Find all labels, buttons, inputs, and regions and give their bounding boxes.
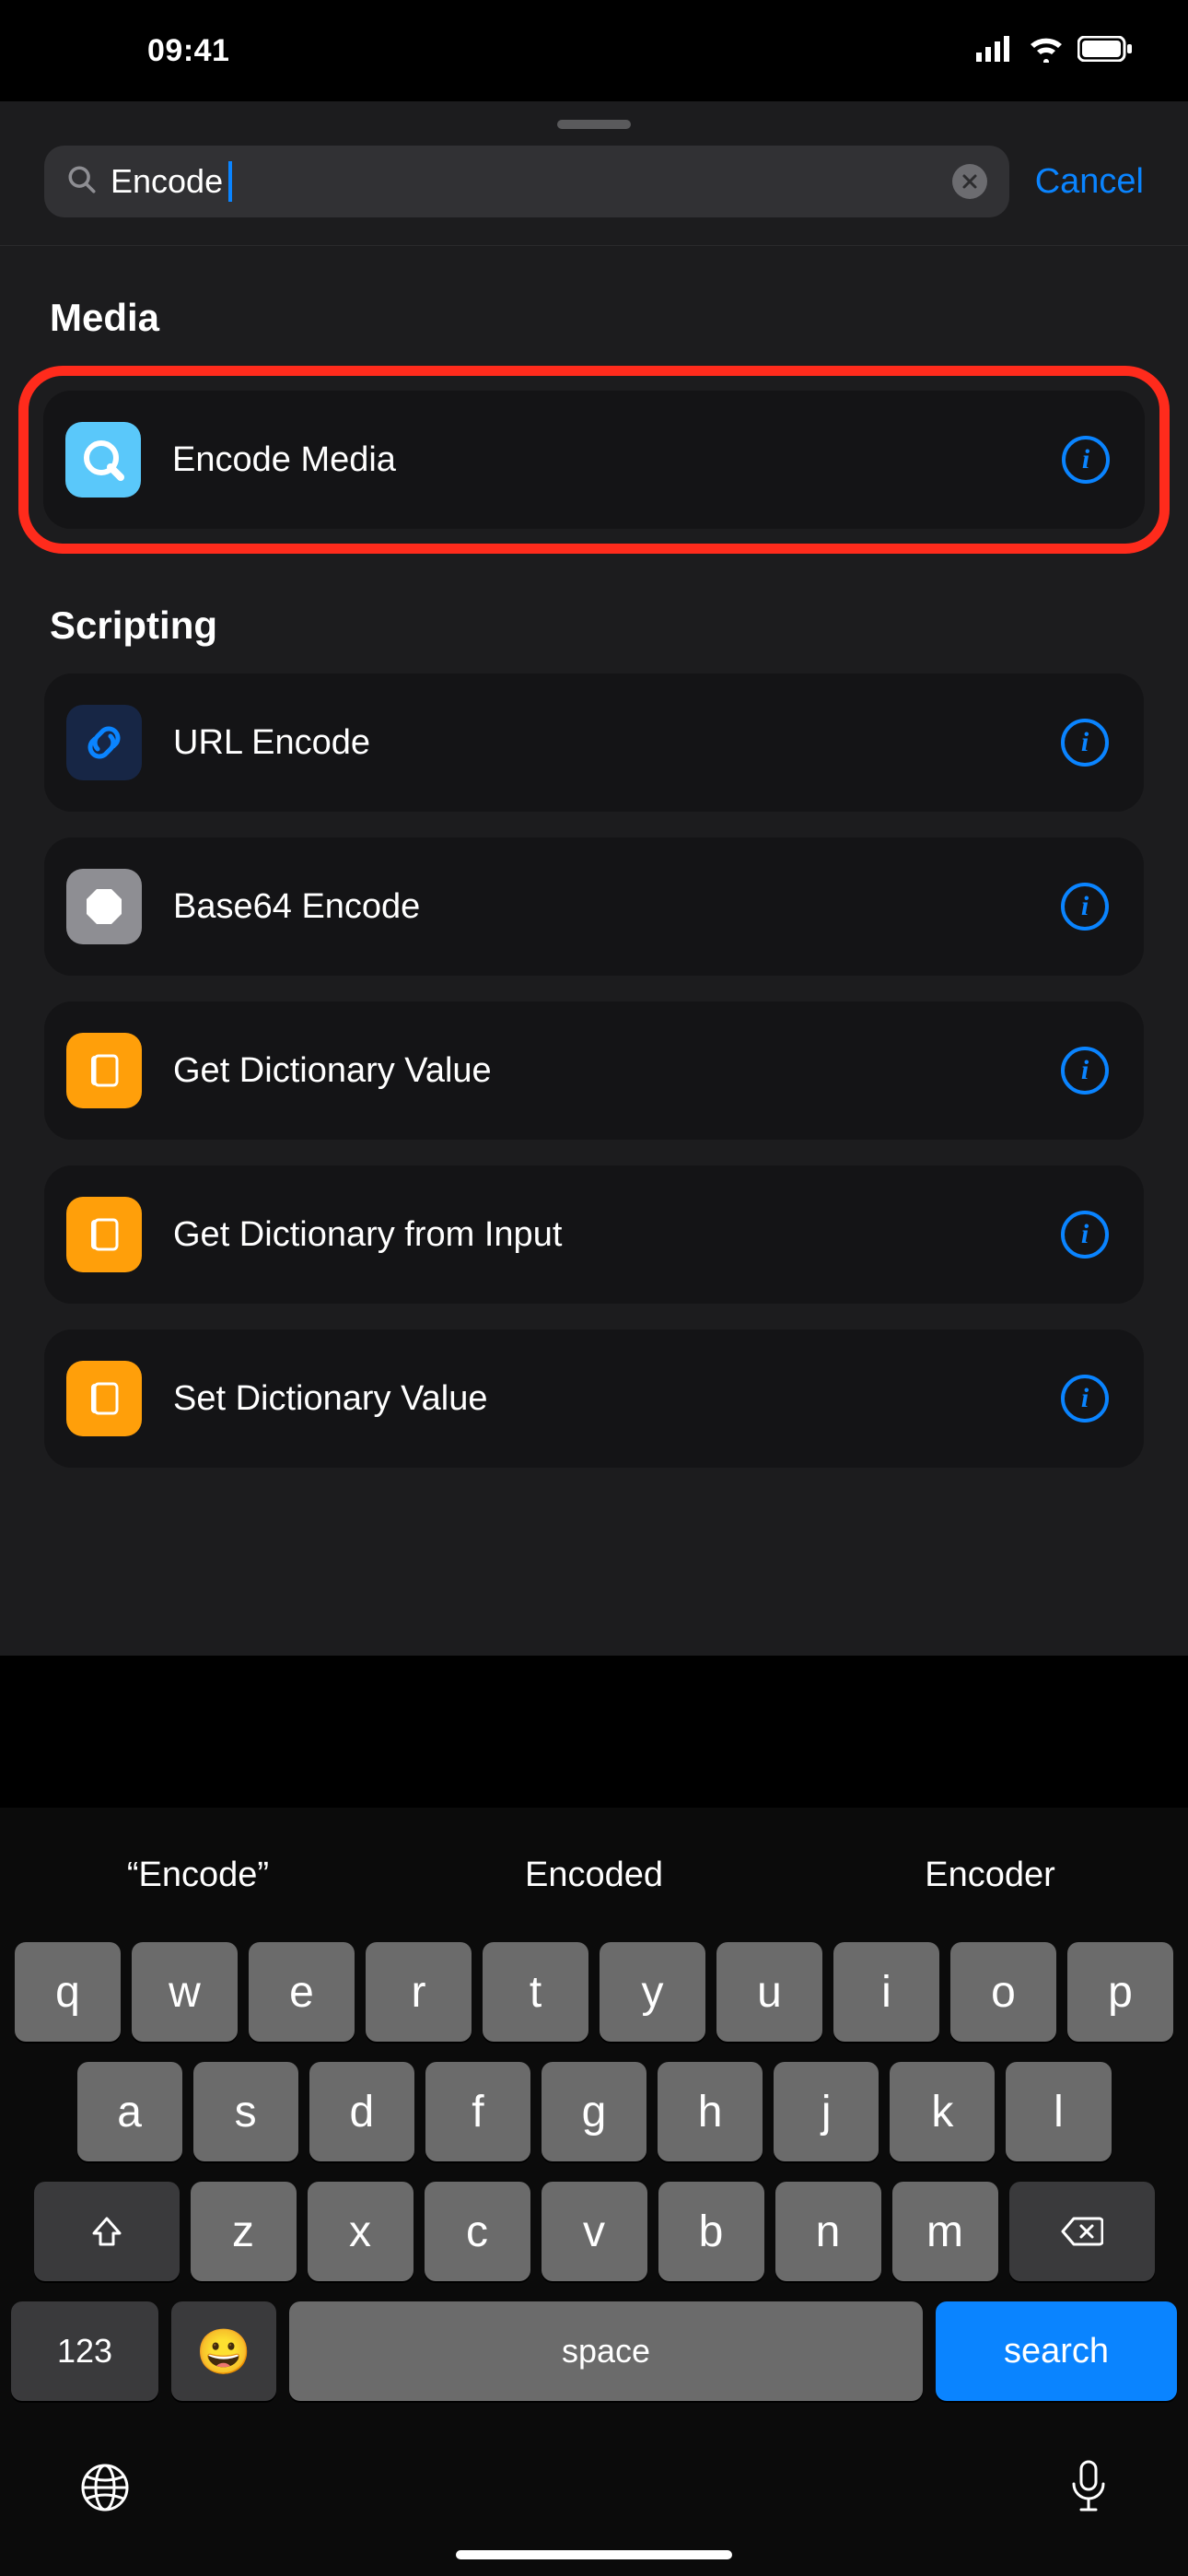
mic-icon[interactable]: [1066, 2458, 1111, 2522]
action-label: Base64 Encode: [173, 887, 1030, 927]
action-get-dict-from-input[interactable]: Get Dictionary from Input i: [44, 1165, 1144, 1304]
key-l[interactable]: l: [1006, 2062, 1111, 2161]
dictionary-icon: [66, 1361, 142, 1436]
status-time: 09:41: [147, 33, 229, 69]
key-f[interactable]: f: [425, 2062, 530, 2161]
info-button[interactable]: i: [1061, 719, 1109, 767]
key-e[interactable]: e: [249, 1942, 355, 2042]
key-space[interactable]: space: [289, 2301, 923, 2401]
key-v[interactable]: v: [542, 2182, 647, 2281]
home-indicator[interactable]: [456, 2550, 732, 2559]
status-bar: 09:41: [0, 0, 1188, 101]
key-g[interactable]: g: [542, 2062, 646, 2161]
search-input-value[interactable]: Encode: [98, 162, 236, 201]
battery-icon: [1077, 36, 1133, 66]
wifi-icon: [1028, 35, 1065, 67]
section-header-media: Media: [50, 296, 1144, 340]
key-n[interactable]: n: [775, 2182, 881, 2281]
keyboard[interactable]: “Encode” Encoded Encoder q w e r t y u i…: [0, 1808, 1188, 2576]
sheet-grabber[interactable]: [557, 120, 631, 129]
info-button[interactable]: i: [1061, 1375, 1109, 1423]
info-button[interactable]: i: [1061, 1047, 1109, 1095]
action-label: Encode Media: [172, 440, 1031, 480]
action-encode-media[interactable]: Encode Media i: [43, 391, 1145, 529]
key-y[interactable]: y: [600, 1942, 705, 2042]
octagon-icon: [66, 869, 142, 944]
key-z[interactable]: z: [191, 2182, 297, 2281]
key-k[interactable]: k: [890, 2062, 995, 2161]
key-j[interactable]: j: [774, 2062, 879, 2161]
key-search[interactable]: search: [936, 2301, 1177, 2401]
cellular-icon: [976, 36, 1015, 66]
suggestion-1[interactable]: Encoded: [396, 1856, 792, 1895]
key-p[interactable]: p: [1067, 1942, 1173, 2042]
action-get-dict-value[interactable]: Get Dictionary Value i: [44, 1001, 1144, 1140]
key-b[interactable]: b: [658, 2182, 764, 2281]
info-button[interactable]: i: [1061, 1211, 1109, 1259]
key-m[interactable]: m: [892, 2182, 998, 2281]
key-r[interactable]: r: [366, 1942, 472, 2042]
cancel-button[interactable]: Cancel: [1035, 162, 1144, 202]
status-icons: [976, 35, 1133, 67]
suggestion-2[interactable]: Encoder: [792, 1856, 1188, 1895]
link-icon: [66, 705, 142, 780]
key-w[interactable]: w: [132, 1942, 238, 2042]
highlight-ring: Encode Media i: [18, 366, 1170, 554]
action-label: Set Dictionary Value: [173, 1379, 1030, 1419]
info-button[interactable]: i: [1062, 436, 1110, 484]
section-header-scripting: Scripting: [50, 603, 1144, 648]
key-x[interactable]: x: [308, 2182, 413, 2281]
key-shift[interactable]: [34, 2182, 180, 2281]
key-emoji[interactable]: 😀: [171, 2301, 276, 2401]
key-d[interactable]: d: [309, 2062, 414, 2161]
search-field[interactable]: Encode: [44, 146, 1009, 217]
quicktime-icon: [65, 422, 141, 498]
key-a[interactable]: a: [77, 2062, 182, 2161]
dictionary-icon: [66, 1197, 142, 1272]
action-label: URL Encode: [173, 723, 1030, 763]
search-header: Encode Cancel: [0, 101, 1188, 246]
globe-icon[interactable]: [77, 2460, 133, 2520]
results-area: Media Encode Media i Scripting URL Encod…: [0, 246, 1188, 1656]
key-t[interactable]: t: [483, 1942, 588, 2042]
action-label: Get Dictionary from Input: [173, 1215, 1030, 1255]
action-set-dict-value[interactable]: Set Dictionary Value i: [44, 1329, 1144, 1468]
dictionary-icon: [66, 1033, 142, 1108]
key-h[interactable]: h: [658, 2062, 763, 2161]
action-base64-encode[interactable]: Base64 Encode i: [44, 837, 1144, 976]
key-u[interactable]: u: [716, 1942, 822, 2042]
action-url-encode[interactable]: URL Encode i: [44, 673, 1144, 812]
key-i[interactable]: i: [833, 1942, 939, 2042]
key-123[interactable]: 123: [11, 2301, 158, 2401]
keyboard-suggestions: “Encode” Encoded Encoder: [0, 1824, 1188, 1926]
key-q[interactable]: q: [15, 1942, 121, 2042]
search-icon: [66, 164, 98, 200]
key-backspace[interactable]: [1009, 2182, 1155, 2281]
key-o[interactable]: o: [950, 1942, 1056, 2042]
key-s[interactable]: s: [193, 2062, 298, 2161]
key-c[interactable]: c: [425, 2182, 530, 2281]
suggestion-0[interactable]: “Encode”: [0, 1856, 396, 1895]
action-label: Get Dictionary Value: [173, 1051, 1030, 1091]
clear-search-button[interactable]: [952, 164, 987, 199]
info-button[interactable]: i: [1061, 883, 1109, 931]
text-cursor: [228, 161, 232, 202]
